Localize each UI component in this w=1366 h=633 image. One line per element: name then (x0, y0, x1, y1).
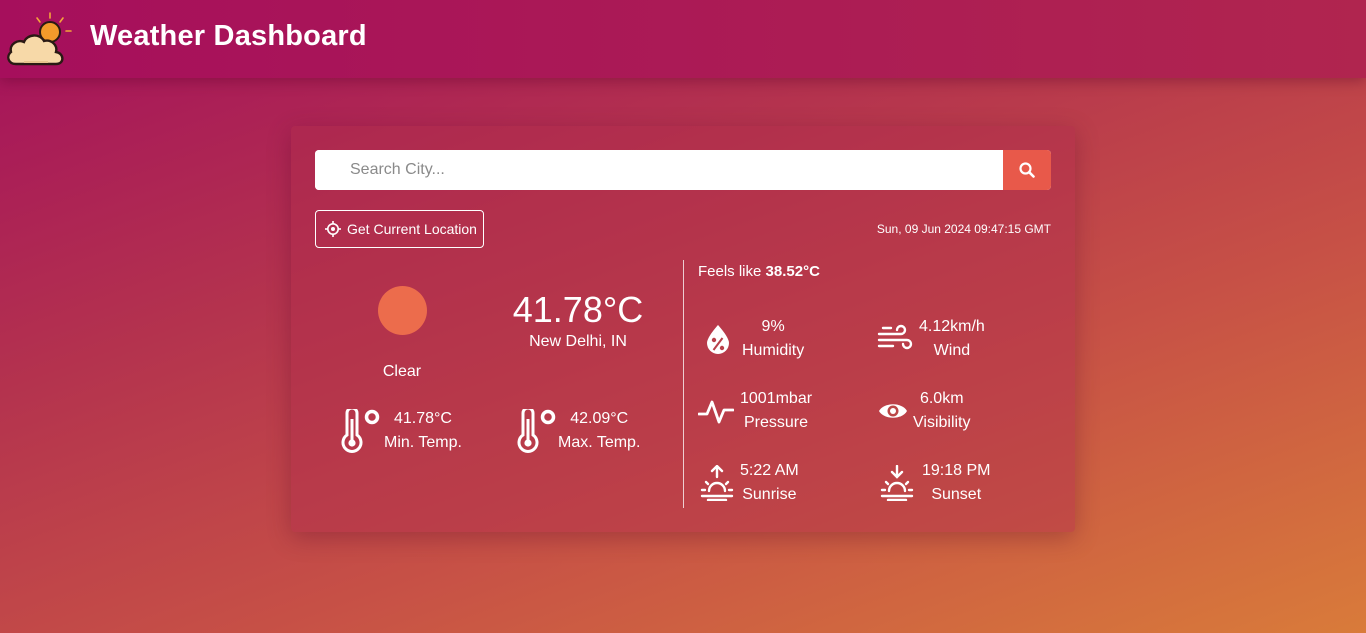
eye-icon (879, 404, 907, 418)
sun-icon (378, 286, 427, 335)
cloud-sun-icon (7, 12, 72, 66)
max-temp-label: Max. Temp. (558, 434, 641, 451)
sunset-icon (880, 465, 914, 501)
wind-icon (877, 324, 913, 350)
thermometer-icon (517, 409, 556, 453)
app-title: Weather Dashboard (90, 20, 367, 52)
pressure-value: 1001mbar (740, 390, 813, 407)
sunrise-stat: 5:22 AM Sunrise (700, 459, 799, 507)
search-bar (315, 150, 1051, 190)
search-icon (1019, 162, 1035, 178)
get-current-location-button[interactable]: Get Current Location (315, 210, 484, 248)
wind-value: 4.12km/h (919, 318, 985, 335)
visibility-value: 6.0km (919, 390, 964, 407)
search-input[interactable] (315, 150, 1003, 190)
current-datetime: Sun, 09 Jun 2024 09:47:15 GMT (876, 222, 1051, 236)
crosshair-icon (325, 221, 341, 237)
column-divider (683, 260, 684, 508)
pulse-icon (698, 400, 734, 424)
visibility-label: Visibility (913, 414, 971, 431)
thermometer-icon (341, 409, 380, 453)
feels-like-label: Feels like (698, 263, 762, 280)
sunrise-label: Sunrise (742, 486, 797, 503)
app-header: Weather Dashboard (0, 0, 1366, 78)
sunset-value: 19:18 PM (922, 462, 991, 479)
wind-stat: 4.12km/h Wind (877, 315, 985, 363)
search-button[interactable] (1003, 150, 1051, 190)
max-temp: 42.09°C Max. Temp. (515, 407, 640, 455)
min-temp: 41.78°C Min. Temp. (339, 407, 462, 455)
sunrise-icon (700, 465, 734, 501)
humidity-value: 9% (761, 318, 785, 335)
humidity-drop-icon (707, 325, 729, 354)
pressure-label: Pressure (744, 414, 809, 431)
feels-like-value: 38.52°C (765, 263, 820, 280)
visibility-stat: 6.0km Visibility (878, 387, 971, 435)
humidity-stat: 9% Humidity (705, 315, 804, 363)
weather-condition: Clear (382, 363, 422, 380)
current-temperature: 41.78°C (512, 289, 644, 330)
city-name: New Delhi, IN (529, 333, 627, 350)
min-temp-value: 41.78°C (393, 410, 452, 427)
wind-label: Wind (933, 342, 971, 359)
weather-card: Get Current Location Sun, 09 Jun 2024 09… (291, 126, 1075, 532)
sunrise-value: 5:22 AM (740, 462, 799, 479)
pressure-stat: 1001mbar Pressure (698, 387, 812, 435)
min-temp-label: Min. Temp. (384, 434, 462, 451)
sunset-stat: 19:18 PM Sunset (880, 459, 990, 507)
get-current-location-label: Get Current Location (347, 221, 477, 237)
sunset-label: Sunset (931, 486, 982, 503)
max-temp-value: 42.09°C (570, 410, 629, 427)
humidity-label: Humidity (742, 342, 805, 359)
feels-like: Feels like 38.52°C (698, 263, 820, 280)
